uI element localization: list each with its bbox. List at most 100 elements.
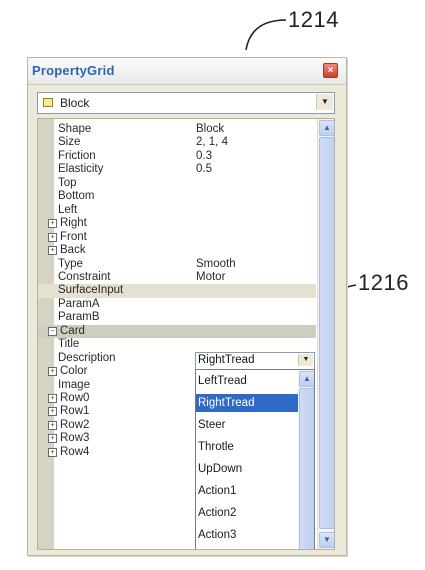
object-icon bbox=[43, 98, 53, 107]
property-row[interactable]: Top bbox=[38, 177, 316, 190]
close-button[interactable]: × bbox=[323, 63, 338, 78]
plus-box-icon[interactable]: + bbox=[48, 219, 57, 229]
property-name-text: Elasticity bbox=[58, 163, 104, 176]
property-name: Elasticity bbox=[58, 163, 103, 176]
property-value[interactable]: Block bbox=[196, 123, 224, 136]
plus-box-icon[interactable]: + bbox=[48, 246, 57, 256]
property-name-text: Type bbox=[58, 257, 83, 270]
property-row[interactable]: Size 2, 1, 4 bbox=[38, 136, 316, 149]
property-name: ParamB bbox=[58, 311, 100, 324]
property-name: + Row0 bbox=[48, 392, 89, 405]
property-row[interactable]: Type Smooth bbox=[38, 258, 316, 271]
property-grid-window: PropertyGrid × Block ▼ Shape Block Size 2, … bbox=[27, 57, 347, 556]
scroll-up-icon[interactable]: ▲ bbox=[299, 371, 314, 387]
property-name-text: Friction bbox=[58, 149, 96, 162]
property-name-text: Row2 bbox=[60, 418, 90, 431]
property-row[interactable]: SurfaceInput bbox=[38, 284, 316, 298]
minus-box-icon[interactable]: − bbox=[48, 326, 57, 336]
property-name-text: Shape bbox=[58, 123, 92, 135]
property-name: Friction bbox=[58, 150, 96, 163]
surface-input-editor[interactable]: RightTread ▼ bbox=[195, 352, 315, 370]
property-row[interactable]: Friction 0.3 bbox=[38, 150, 316, 163]
property-name-text: SurfaceInput bbox=[58, 284, 124, 297]
dropdown-option[interactable]: Steer bbox=[196, 416, 298, 434]
property-name: Image bbox=[58, 379, 90, 392]
property-row[interactable]: ParamA bbox=[38, 298, 316, 311]
plus-box-icon[interactable]: + bbox=[48, 447, 57, 457]
property-name-text: Image bbox=[58, 378, 90, 391]
property-value[interactable]: Motor bbox=[196, 271, 225, 284]
property-name-text: Constraint bbox=[58, 270, 111, 283]
property-name-text: ParamB bbox=[58, 311, 100, 324]
title-bar[interactable]: PropertyGrid × bbox=[28, 58, 346, 85]
property-name: Top bbox=[58, 177, 77, 190]
property-row[interactable]: ParamB bbox=[38, 311, 316, 324]
dropdown-option[interactable]: Action1 bbox=[196, 482, 298, 500]
property-name-text: Row0 bbox=[60, 392, 90, 404]
property-name: Size bbox=[58, 136, 80, 149]
property-name: ParamA bbox=[58, 298, 100, 311]
property-name-text: ParamA bbox=[58, 297, 100, 310]
dropdown-scrollbar[interactable]: ▲ ▼ bbox=[298, 370, 314, 549]
property-name: SurfaceInput bbox=[58, 284, 123, 297]
property-row[interactable]: Title bbox=[38, 338, 316, 351]
property-name: Title bbox=[58, 338, 79, 351]
property-row[interactable]: − Card bbox=[38, 324, 316, 339]
plus-box-icon[interactable]: + bbox=[48, 407, 57, 417]
property-name-text: Row1 bbox=[60, 405, 90, 418]
property-row[interactable]: Left bbox=[38, 204, 316, 217]
property-name-text: Description bbox=[58, 351, 116, 364]
property-name-text: Right bbox=[60, 217, 87, 230]
property-row[interactable]: + Right bbox=[38, 217, 316, 230]
property-row[interactable]: + Back bbox=[38, 244, 316, 257]
dropdown-option[interactable]: UpDown bbox=[196, 460, 298, 478]
property-row[interactable]: Bottom bbox=[38, 190, 316, 203]
property-name: + Front bbox=[48, 231, 87, 244]
property-name: + Row2 bbox=[48, 419, 89, 432]
property-row[interactable]: Shape Block bbox=[38, 123, 316, 136]
property-name: Left bbox=[58, 204, 77, 217]
window-title: PropertyGrid bbox=[32, 63, 115, 78]
leader-line-1214 bbox=[245, 19, 287, 51]
dropdown-option[interactable]: Action2 bbox=[196, 504, 298, 522]
plus-box-icon[interactable]: + bbox=[48, 232, 57, 242]
chevron-down-icon[interactable]: ▼ bbox=[298, 354, 313, 366]
object-selector-dropdown[interactable]: Block ▼ bbox=[37, 92, 335, 114]
property-name: + Back bbox=[48, 244, 86, 257]
scroll-up-icon[interactable]: ▲ bbox=[319, 120, 334, 136]
chevron-down-icon[interactable]: ▼ bbox=[316, 94, 333, 110]
dropdown-option[interactable]: Action3 bbox=[196, 526, 298, 544]
property-value[interactable]: 0.3 bbox=[196, 150, 212, 163]
surface-input-dropdown-list: LeftTread RightTread Steer Throtle UpDown Act… bbox=[195, 369, 315, 549]
property-name: Description bbox=[58, 352, 116, 365]
property-value[interactable]: 0.5 bbox=[196, 163, 212, 176]
dropdown-scroll-thumb[interactable] bbox=[299, 388, 314, 549]
property-value[interactable]: 2, 1, 4 bbox=[196, 136, 228, 149]
property-row[interactable]: Elasticity 0.5 bbox=[38, 163, 316, 176]
scroll-thumb[interactable] bbox=[319, 137, 334, 529]
property-name: Type bbox=[58, 258, 83, 271]
property-name-text: Row4 bbox=[60, 445, 90, 458]
property-value[interactable]: Smooth bbox=[196, 258, 236, 271]
grid-scrollbar[interactable]: ▲ ▼ bbox=[317, 119, 334, 549]
plus-box-icon[interactable]: + bbox=[48, 420, 57, 430]
property-name-text: Row3 bbox=[60, 432, 90, 445]
object-selector-value: Block bbox=[60, 96, 90, 110]
plus-box-icon[interactable]: + bbox=[48, 434, 57, 444]
scroll-down-icon[interactable]: ▼ bbox=[319, 532, 334, 548]
property-name: + Color bbox=[48, 365, 87, 378]
property-name: Bottom bbox=[58, 190, 94, 203]
property-row[interactable]: + Front bbox=[38, 231, 316, 244]
dropdown-option[interactable]: Action4 bbox=[196, 548, 298, 549]
dropdown-option[interactable]: RightTread bbox=[196, 394, 298, 412]
plus-box-icon[interactable]: + bbox=[48, 394, 57, 403]
property-name-text: Top bbox=[58, 176, 77, 189]
property-name-text: Title bbox=[58, 338, 80, 351]
property-row[interactable]: Constraint Motor bbox=[38, 271, 316, 284]
property-name-text: Bottom bbox=[58, 190, 95, 203]
surface-input-value: RightTread bbox=[198, 354, 255, 366]
dropdown-option[interactable]: LeftTread bbox=[196, 372, 298, 390]
property-name-text: Left bbox=[58, 203, 78, 216]
plus-box-icon[interactable]: + bbox=[48, 367, 57, 377]
dropdown-option[interactable]: Throtle bbox=[196, 438, 298, 456]
